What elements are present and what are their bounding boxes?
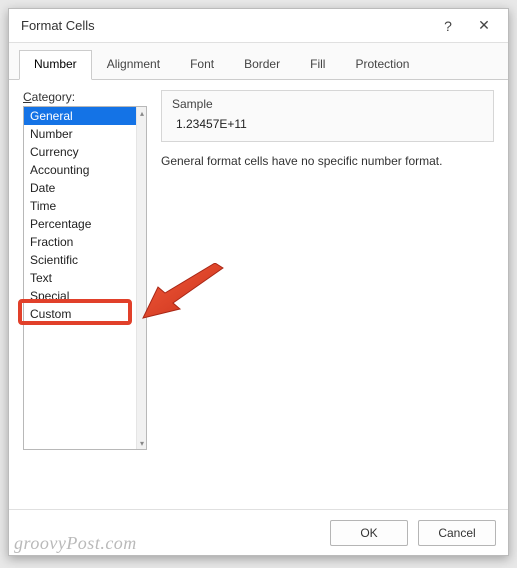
- category-fraction[interactable]: Fraction: [24, 233, 136, 251]
- tab-protection[interactable]: Protection: [340, 50, 424, 80]
- tab-font[interactable]: Font: [175, 50, 229, 80]
- category-text[interactable]: Text: [24, 269, 136, 287]
- category-general[interactable]: General: [24, 107, 136, 125]
- ok-button[interactable]: OK: [330, 520, 408, 546]
- category-special[interactable]: Special: [24, 287, 136, 305]
- help-icon[interactable]: ?: [430, 12, 466, 40]
- tab-alignment[interactable]: Alignment: [92, 50, 175, 80]
- scroll-up-icon[interactable]: ▴: [137, 107, 147, 119]
- sample-box: Sample 1.23457E+11: [161, 90, 494, 142]
- listbox-scrollbar[interactable]: ▴ ▾: [136, 107, 146, 449]
- category-custom[interactable]: Custom: [24, 305, 136, 323]
- category-column: Category: General Number Currency Accoun…: [23, 90, 147, 503]
- tab-strip: Number Alignment Font Border Fill Protec…: [9, 43, 508, 80]
- category-accounting[interactable]: Accounting: [24, 161, 136, 179]
- dialog-title: Format Cells: [21, 18, 430, 33]
- tab-body-number: Category: General Number Currency Accoun…: [9, 80, 508, 509]
- category-scientific[interactable]: Scientific: [24, 251, 136, 269]
- tab-number[interactable]: Number: [19, 50, 92, 80]
- sample-value: 1.23457E+11: [172, 117, 483, 131]
- format-cells-dialog: Format Cells ? ✕ Number Alignment Font B…: [8, 8, 509, 556]
- category-label: Category:: [23, 90, 147, 104]
- category-time[interactable]: Time: [24, 197, 136, 215]
- sample-column: Sample 1.23457E+11 General format cells …: [161, 90, 494, 503]
- category-number[interactable]: Number: [24, 125, 136, 143]
- cancel-button[interactable]: Cancel: [418, 520, 496, 546]
- format-description: General format cells have no specific nu…: [161, 154, 494, 168]
- sample-label: Sample: [172, 97, 483, 111]
- watermark: groovyPost.com: [14, 533, 137, 554]
- category-listbox[interactable]: General Number Currency Accounting Date …: [23, 106, 147, 450]
- tab-fill[interactable]: Fill: [295, 50, 340, 80]
- category-currency[interactable]: Currency: [24, 143, 136, 161]
- scroll-down-icon[interactable]: ▾: [137, 437, 147, 449]
- titlebar: Format Cells ? ✕: [9, 9, 508, 43]
- close-icon[interactable]: ✕: [466, 12, 502, 40]
- tab-border[interactable]: Border: [229, 50, 295, 80]
- category-percentage[interactable]: Percentage: [24, 215, 136, 233]
- category-date[interactable]: Date: [24, 179, 136, 197]
